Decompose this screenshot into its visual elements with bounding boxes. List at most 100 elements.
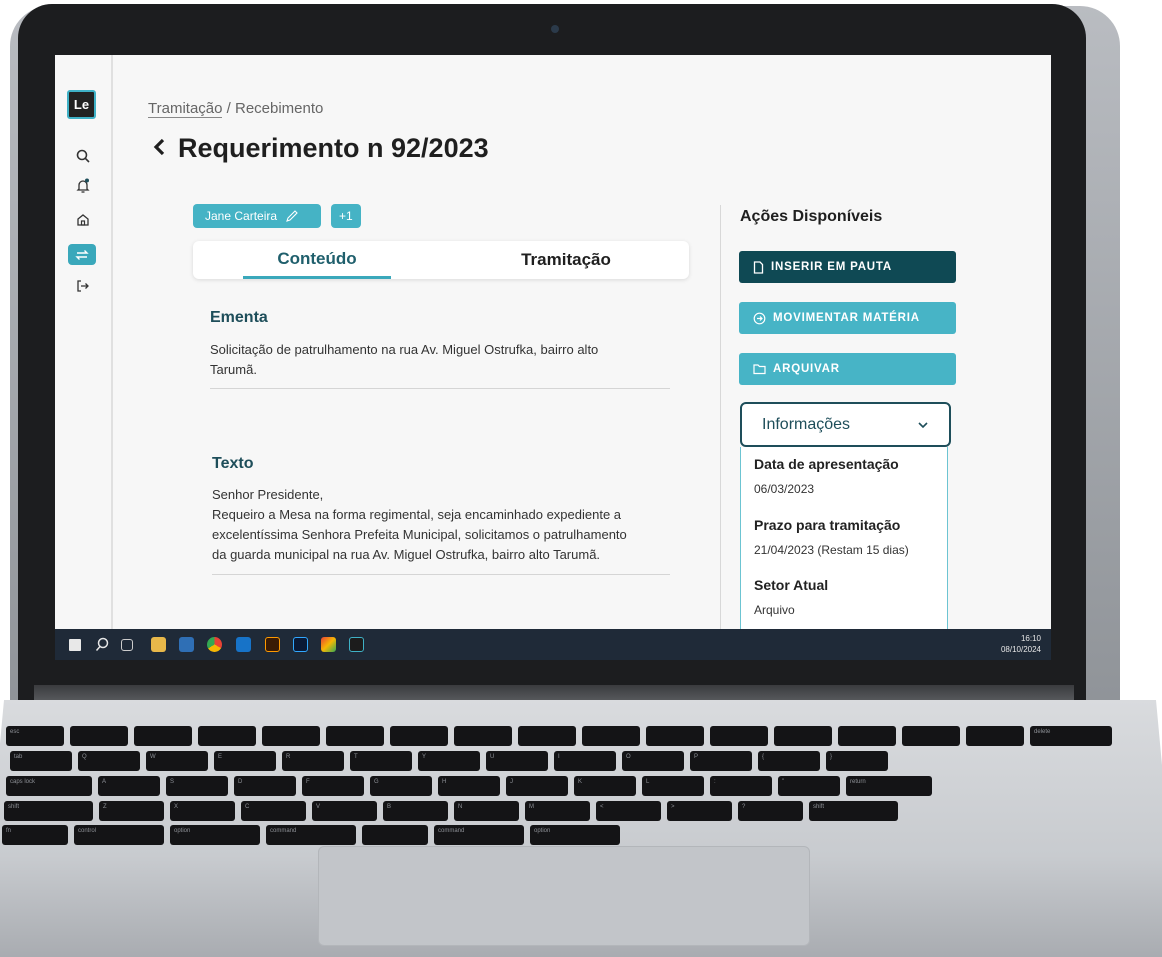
keyboard-key: return <box>846 776 932 796</box>
info-value-sector: Arquivo <box>754 603 795 617</box>
keyboard-key: X <box>170 801 235 821</box>
keyboard-key: caps lock <box>6 776 92 796</box>
keyboard-key: B <box>383 801 448 821</box>
info-dropdown-label: Informações <box>762 415 851 433</box>
key-row-2: tab Q W E R T Y U I O P {} <box>10 751 888 771</box>
ementa-title: Ementa <box>210 309 268 326</box>
ementa-line: Tarumã. <box>210 362 257 377</box>
keyboard-key: Y <box>418 751 480 771</box>
breadcrumb-link[interactable]: Tramitação <box>148 100 223 118</box>
bell-icon[interactable] <box>73 176 93 196</box>
chrome-icon[interactable] <box>207 637 222 652</box>
keyboard-key <box>454 726 512 746</box>
keyboard-key: M <box>525 801 590 821</box>
sidebar: Le <box>55 55 113 629</box>
taskbar: 16:10 08/10/2024 <box>55 629 1051 660</box>
store-icon[interactable] <box>179 637 194 652</box>
key-row-1: esc delete <box>6 726 1112 746</box>
texto-title: Texto <box>212 455 254 472</box>
app-taskbar-icon[interactable] <box>349 637 364 652</box>
keyboard-key: F <box>302 776 364 796</box>
keyboard-key: Q <box>78 751 140 771</box>
winrar-icon[interactable] <box>321 637 336 652</box>
keyboard-key: C <box>241 801 306 821</box>
file-explorer-icon[interactable] <box>151 637 166 652</box>
keyboard-key <box>774 726 832 746</box>
keyboard-key: : <box>710 776 772 796</box>
info-dropdown[interactable]: Informações <box>740 402 951 447</box>
keyboard-key <box>518 726 576 746</box>
tab-tramitacao[interactable]: Tramitação <box>493 241 639 279</box>
texto-line: Requeiro a Mesa na forma regimental, sej… <box>212 507 622 522</box>
keyboard-key: A <box>98 776 160 796</box>
app-logo[interactable]: Le <box>67 90 96 119</box>
keyboard-key: shift <box>809 801 898 821</box>
pencil-icon[interactable] <box>285 209 299 223</box>
keyboard-key: > <box>667 801 732 821</box>
insert-agenda-label: INSERIR EM PAUTA <box>771 261 892 273</box>
more-authors-chip[interactable]: +1 <box>331 204 361 228</box>
keyboard-key <box>646 726 704 746</box>
texto-line: excelentíssima Senhora Prefeita Municipa… <box>212 527 627 542</box>
keyboard-key: command <box>434 825 524 845</box>
texto-line: da guarda municipal na rua Av. Miguel Os… <box>212 547 601 562</box>
insert-agenda-button[interactable]: INSERIR EM PAUTA <box>739 251 956 283</box>
archive-button[interactable]: ARQUIVAR <box>739 353 956 385</box>
task-view-icon[interactable] <box>121 639 133 651</box>
info-value-deadline: 21/04/2023 (Restam 15 dias) <box>754 543 909 557</box>
move-matter-button[interactable]: MOVIMENTAR MATÉRIA <box>739 302 956 334</box>
breadcrumb-separator: / <box>222 100 235 117</box>
keyboard-key: W <box>146 751 208 771</box>
keyboard-key <box>326 726 384 746</box>
keyboard-key: J <box>506 776 568 796</box>
keyboard-key: G <box>370 776 432 796</box>
keyboard-key: esc <box>6 726 64 746</box>
info-list: Data de apresentação 06/03/2023 Prazo pa… <box>740 447 948 637</box>
keyboard-key: D <box>234 776 296 796</box>
transfer-icon[interactable] <box>68 244 96 265</box>
keyboard-key: " <box>778 776 840 796</box>
archive-label: ARQUIVAR <box>773 363 840 375</box>
keyboard-key: H <box>438 776 500 796</box>
keyboard-key <box>902 726 960 746</box>
home-icon[interactable] <box>73 210 93 230</box>
info-label-deadline: Prazo para tramitação <box>754 517 901 533</box>
search-icon[interactable] <box>73 146 93 166</box>
keyboard-key <box>198 726 256 746</box>
illustrator-icon[interactable] <box>265 637 280 652</box>
back-chevron-icon[interactable] <box>152 133 166 164</box>
info-label-sector: Setor Atual <box>754 577 829 593</box>
chevron-down-icon <box>917 421 929 429</box>
keyboard-key: I <box>554 751 616 771</box>
screen: Le Tramitação / Recebimento Requerimento… <box>55 55 1051 660</box>
keyboard-key: option <box>170 825 260 845</box>
folder-icon <box>753 363 766 375</box>
keyboard-key: option <box>530 825 620 845</box>
page-title-text: Requerimento n 92/2023 <box>178 133 489 163</box>
texto-text: Senhor Presidente, Requeiro a Mesa na fo… <box>212 485 627 565</box>
keyboard-key: < <box>596 801 661 821</box>
ementa-line: Solicitação de patrulhamento na rua Av. … <box>210 342 599 357</box>
trackpad <box>318 846 810 946</box>
outlook-icon[interactable] <box>236 637 251 652</box>
taskbar-search-icon[interactable] <box>95 637 110 652</box>
keyboard-key: command <box>266 825 356 845</box>
page-title: Requerimento n 92/2023 <box>152 133 489 164</box>
logout-icon[interactable] <box>73 276 93 296</box>
windows-start-icon[interactable] <box>69 639 81 651</box>
keyboard-key: Z <box>99 801 164 821</box>
tab-conteudo[interactable]: Conteúdo <box>243 241 391 279</box>
author-chip[interactable]: Jane Carteira <box>193 204 321 228</box>
breadcrumb: Tramitação / Recebimento <box>148 100 323 118</box>
keyboard-key <box>582 726 640 746</box>
keyboard-key: { <box>758 751 820 771</box>
keyboard-key: } <box>826 751 888 771</box>
keyboard-key <box>390 726 448 746</box>
photoshop-icon[interactable] <box>293 637 308 652</box>
keyboard-key <box>710 726 768 746</box>
info-label-presentation-date: Data de apresentação <box>754 456 899 472</box>
keyboard-key: T <box>350 751 412 771</box>
author-chip-label: Jane Carteira <box>205 209 278 223</box>
keyboard-key <box>838 726 896 746</box>
taskbar-clock[interactable]: 16:10 08/10/2024 <box>1001 633 1041 655</box>
